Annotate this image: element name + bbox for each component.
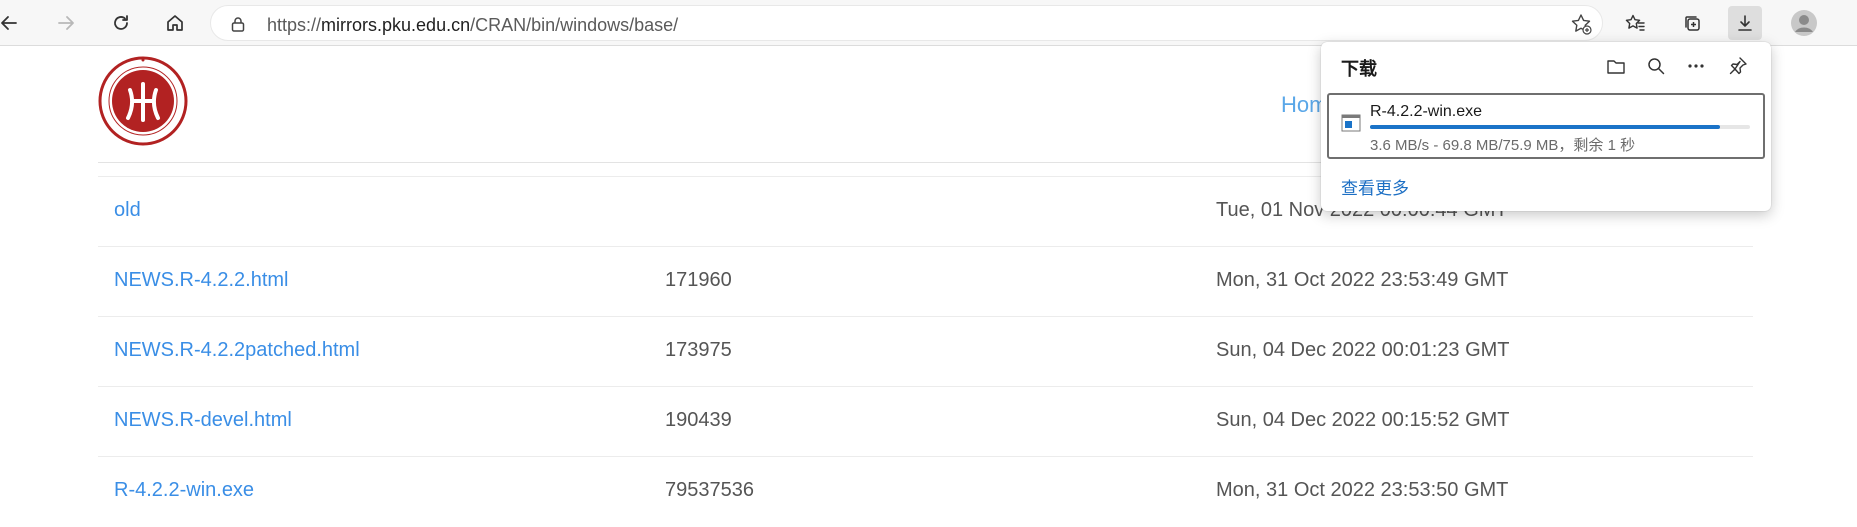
download-progress-fill [1370, 125, 1720, 129]
file-date: Mon, 31 Oct 2022 23:53:50 GMT [1216, 479, 1509, 501]
browser-toolbar: https://mirrors.pku.edu.cn/CRAN/bin/wind… [0, 0, 1857, 46]
file-link[interactable]: R-4.2.2-win.exe [114, 479, 254, 502]
search-downloads-button[interactable] [1643, 53, 1669, 79]
download-file-name: R-4.2.2-win.exe [1370, 103, 1483, 120]
search-icon [1648, 58, 1665, 75]
download-progress-bar [1370, 125, 1750, 129]
pin-button[interactable] [1725, 53, 1751, 79]
file-date: Sun, 04 Dec 2022 00:01:23 GMT [1216, 339, 1510, 361]
download-icon [1738, 15, 1752, 31]
file-link[interactable]: NEWS.R-4.2.2.html [114, 269, 288, 292]
url-text[interactable]: https://mirrors.pku.edu.cn/CRAN/bin/wind… [267, 15, 678, 36]
file-link[interactable]: NEWS.R-devel.html [114, 409, 292, 432]
address-bar[interactable]: https://mirrors.pku.edu.cn/CRAN/bin/wind… [210, 5, 1603, 41]
file-date: Sun, 04 Dec 2022 00:15:52 GMT [1216, 409, 1510, 431]
folder-icon [1607, 60, 1625, 74]
executable-file-icon [1341, 114, 1361, 132]
file-link[interactable]: NEWS.R-4.2.2patched.html [114, 339, 360, 362]
download-status: 3.6 MB/s - 69.8 MB/75.9 MB，剩余 1 秒 [1370, 137, 1636, 154]
downloads-title: 下载 [1341, 59, 1377, 79]
collections-icon [1685, 16, 1700, 31]
file-listing-table: old Tue, 01 Nov 2022 00:00:44 GMT NEWS.R… [98, 176, 1753, 526]
forward-arrow-icon [58, 16, 74, 30]
table-row: R-4.2.2-win.exe 79537536 Mon, 31 Oct 202… [98, 456, 1753, 526]
table-row: NEWS.R-devel.html 190439 Sun, 04 Dec 202… [98, 386, 1753, 456]
open-folder-button[interactable] [1603, 53, 1629, 79]
more-options-button[interactable] [1683, 53, 1709, 79]
downloads-flyout: 下载 R-4.2.2-win.exe 3.6 MB/s - 69.8 MB/75… [1321, 42, 1771, 211]
url-prefix: https:// [267, 15, 322, 35]
url-path: /CRAN/bin/windows/base/ [470, 15, 679, 35]
pin-icon [1729, 57, 1747, 75]
url-host: mirrors.pku.edu.cn [321, 15, 471, 35]
favorites-icon [1625, 14, 1645, 31]
file-link[interactable]: old [114, 199, 141, 222]
download-item[interactable]: R-4.2.2-win.exe 3.6 MB/s - 69.8 MB/75.9 … [1327, 93, 1765, 159]
back-arrow-icon [1, 16, 17, 30]
profile-icon [1791, 10, 1817, 36]
file-size: 173975 [665, 339, 732, 361]
collections-button[interactable] [1675, 6, 1709, 40]
university-logo[interactable] [98, 56, 188, 146]
add-favorite-icon[interactable] [1570, 13, 1592, 35]
see-more-link[interactable]: 查看更多 [1341, 174, 1409, 199]
lock-icon[interactable] [229, 15, 247, 33]
file-size: 190439 [665, 409, 732, 431]
more-icon [1688, 64, 1704, 68]
file-date: Mon, 31 Oct 2022 23:53:49 GMT [1216, 269, 1509, 291]
home-button[interactable] [158, 6, 192, 40]
downloads-button[interactable] [1728, 6, 1762, 40]
back-button[interactable] [0, 6, 26, 40]
favorites-button[interactable] [1618, 6, 1652, 40]
table-row: NEWS.R-4.2.2.html 171960 Mon, 31 Oct 202… [98, 246, 1753, 316]
refresh-button[interactable] [104, 6, 138, 40]
forward-button[interactable] [49, 6, 83, 40]
profile-button[interactable] [1787, 6, 1821, 40]
table-row: NEWS.R-4.2.2patched.html 173975 Sun, 04 … [98, 316, 1753, 386]
file-size: 79537536 [665, 479, 754, 501]
file-size: 171960 [665, 269, 732, 291]
home-icon [167, 15, 183, 31]
refresh-icon [114, 15, 128, 30]
